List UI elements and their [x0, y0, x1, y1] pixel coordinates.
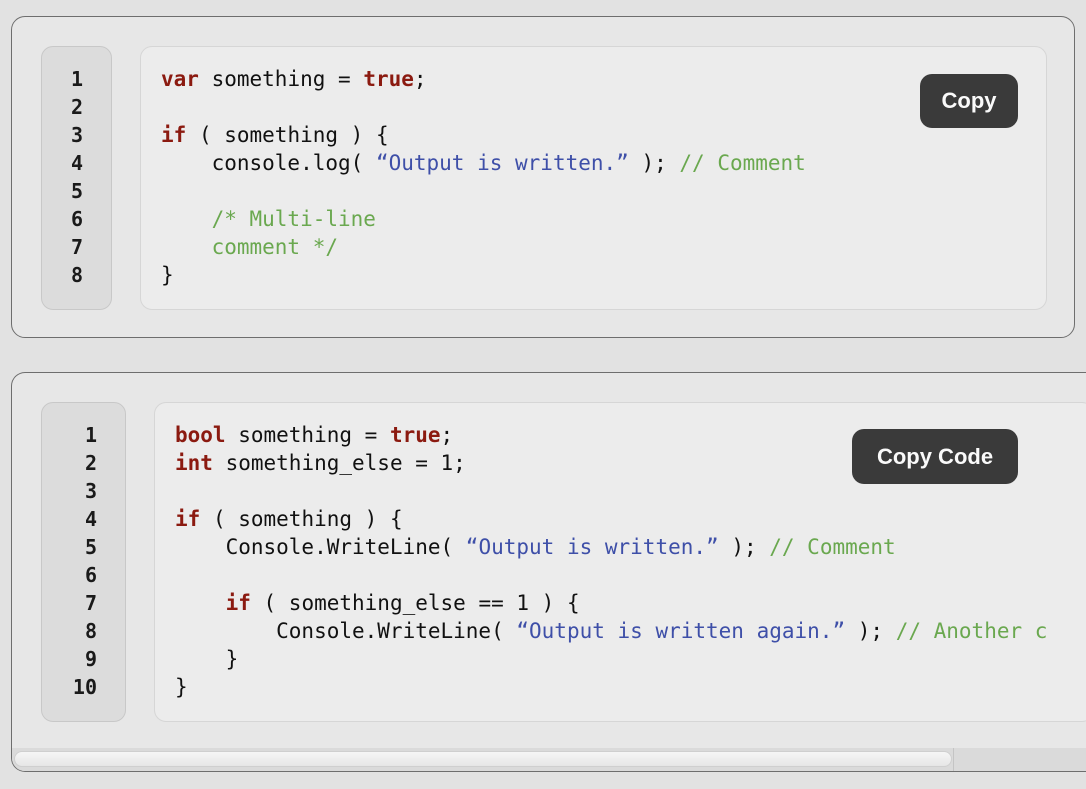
keyword-token: true — [363, 67, 414, 91]
code-line-empty — [175, 561, 1086, 589]
comment-token: // Comment — [679, 151, 806, 175]
comment-token: /* Multi-line — [161, 207, 376, 231]
code-line: Console.WriteLine( “Output is written ag… — [175, 617, 1086, 645]
line-number-gutter: 1 2 3 4 5 6 7 8 9 10 — [41, 402, 126, 722]
code-snippet-panel-2: 1 2 3 4 5 6 7 8 9 10 bool something = tr… — [11, 372, 1086, 772]
comment-token: comment */ — [161, 235, 339, 259]
code-line: if ( something ) { — [161, 121, 1046, 149]
scrollbar-divider — [953, 748, 954, 771]
code-text: Console.WriteLine( — [175, 619, 517, 643]
code-line: } — [175, 645, 1086, 673]
keyword-token: if — [225, 591, 251, 615]
scrollbar-thumb[interactable] — [14, 751, 952, 767]
line-number: 6 — [84, 563, 97, 587]
code-text: console.log( — [161, 151, 376, 175]
code-text: ( something_else == 1 ) { — [250, 591, 580, 615]
code-text: ); — [718, 535, 770, 559]
code-text: ( something ) { — [186, 123, 389, 147]
code-text: } — [175, 647, 239, 671]
horizontal-scrollbar[interactable] — [12, 748, 1086, 771]
code-line: if ( something_else == 1 ) { — [175, 589, 1086, 617]
line-number: 7 — [70, 235, 83, 259]
line-number: 3 — [84, 479, 97, 503]
code-text: ( something ) { — [200, 507, 403, 531]
line-number: 8 — [70, 263, 83, 287]
code-line: comment */ — [161, 233, 1046, 261]
code-line-empty — [161, 93, 1046, 121]
code-line: /* Multi-line — [161, 205, 1046, 233]
code-text: something = — [198, 67, 364, 91]
code-snippet-panel-1: 1 2 3 4 5 6 7 8 var something = true; if… — [11, 16, 1075, 338]
line-number: 10 — [72, 675, 97, 699]
copy-code-button[interactable]: Copy Code — [852, 429, 1018, 484]
code-line: } — [175, 673, 1086, 701]
code-line: var something = true; — [161, 65, 1046, 93]
comment-token: // Comment — [769, 535, 896, 559]
code-block[interactable]: var something = true; if ( something ) {… — [140, 46, 1047, 310]
code-text: ); — [845, 619, 896, 643]
code-line-empty — [161, 177, 1046, 205]
string-token: “Output is written again.” — [516, 619, 846, 643]
line-number: 2 — [84, 451, 97, 475]
keyword-token: true — [389, 423, 441, 447]
line-number-gutter: 1 2 3 4 5 6 7 8 — [41, 46, 112, 310]
comment-token: // Another c — [895, 619, 1048, 643]
keyword-token: if — [175, 507, 201, 531]
keyword-token: if — [161, 123, 187, 147]
line-number: 6 — [70, 207, 83, 231]
line-number: 4 — [84, 507, 97, 531]
code-text: } — [175, 675, 188, 699]
line-number: 1 — [84, 423, 97, 447]
line-number: 5 — [84, 535, 97, 559]
line-number: 3 — [70, 123, 83, 147]
keyword-token: var — [161, 67, 199, 91]
keyword-token: bool — [175, 423, 226, 447]
copy-button[interactable]: Copy — [920, 74, 1018, 128]
code-line: } — [161, 261, 1046, 289]
code-text: Console.WriteLine( — [175, 535, 466, 559]
line-number: 4 — [70, 151, 83, 175]
string-token: “Output is written.” — [375, 151, 629, 175]
line-number: 1 — [70, 67, 83, 91]
code-text: } — [161, 263, 174, 287]
code-text: ; — [413, 67, 427, 91]
code-line: if ( something ) { — [175, 505, 1086, 533]
string-token: “Output is written.” — [465, 535, 719, 559]
line-number: 5 — [70, 179, 83, 203]
line-number: 2 — [70, 95, 83, 119]
code-line: Console.WriteLine( “Output is written.” … — [175, 533, 1086, 561]
code-text: ); — [628, 151, 680, 175]
line-number: 8 — [84, 619, 97, 643]
line-number: 9 — [84, 647, 97, 671]
code-text: something_else = 1; — [212, 451, 466, 475]
code-text: ; — [440, 423, 454, 447]
code-text: something = — [225, 423, 390, 447]
code-line: console.log( “Output is written.” ); // … — [161, 149, 1046, 177]
keyword-token: int — [175, 451, 213, 475]
line-number: 7 — [84, 591, 97, 615]
